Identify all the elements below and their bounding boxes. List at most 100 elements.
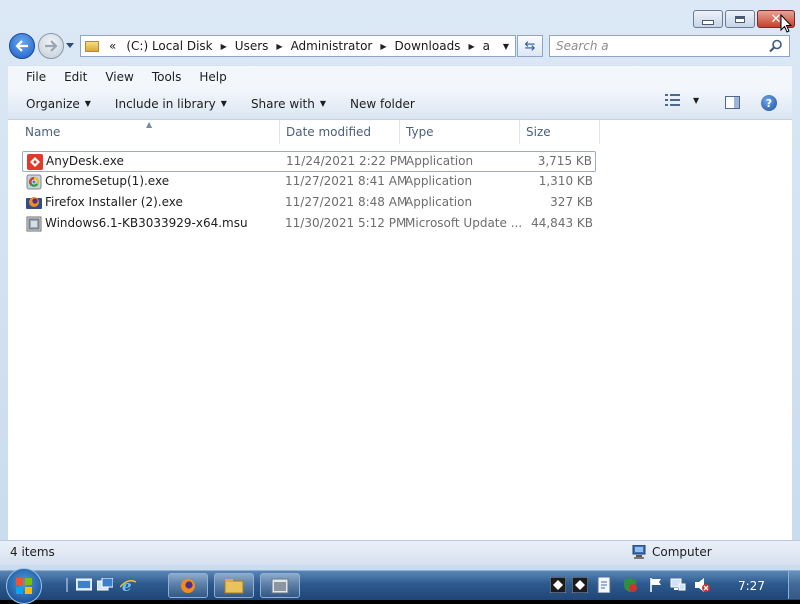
maximize-icon [735,15,745,23]
column-divider[interactable] [599,120,600,144]
address-overflow-button[interactable]: « [104,39,121,53]
file-name[interactable]: Windows6.1-KB3033929-x64.msu [45,216,248,230]
chevron-down-icon [66,43,74,48]
taskbar-windows-explorer[interactable] [214,573,254,598]
breadcrumb-local-disk[interactable]: (C:) Local Disk [121,39,217,53]
file-name[interactable]: Firefox Installer (2).exe [45,195,183,209]
breadcrumb-a[interactable]: a [478,39,495,53]
network-icon[interactable] [670,577,686,593]
status-bar: 4 items Computer [0,540,800,565]
folder-icon [224,578,244,593]
preview-pane-button[interactable] [725,96,740,109]
share-with-label: Share with [250,96,315,111]
change-view-button[interactable]: ▼ [665,94,699,106]
anydesk-tray-icon[interactable] [572,577,588,593]
minimize-button[interactable] [693,10,723,28]
file-date: 11/27/2021 8:41 AM [285,174,408,188]
switch-windows-icon[interactable] [97,578,113,592]
organize-label: Organize [26,96,80,111]
firefox-icon [181,578,195,593]
breadcrumb-downloads[interactable]: Downloads [390,39,466,53]
file-name[interactable]: ChromeSetup(1).exe [45,174,169,188]
computer-icon [632,545,646,559]
windows-logo-icon [16,578,32,594]
address-bar[interactable]: « (C:) Local Disk ▶ Users ▶ Administrato… [80,35,516,57]
menu-tools[interactable]: Tools [143,70,191,84]
refresh-icon: ⇆ [524,38,536,54]
volume-muted-icon[interactable] [694,577,710,593]
chevron-down-icon: ▼ [84,99,91,108]
view-details-icon [665,94,680,106]
start-button[interactable] [6,568,42,604]
address-history-dropdown-icon[interactable]: ▼ [503,42,509,51]
minimize-icon [702,19,714,25]
security-shield-icon[interactable] [622,577,638,593]
msu-package-icon [26,216,42,232]
file-type: Application [405,195,473,209]
menu-edit[interactable]: Edit [55,70,96,84]
menu-view[interactable]: View [96,70,142,84]
breadcrumb-separator-icon[interactable]: ▶ [465,42,477,51]
file-row[interactable]: ChromeSetup(1).exe 11/27/2021 8:41 AM Ap… [22,172,596,193]
chevron-down-icon[interactable]: ▼ [693,96,699,105]
share-with-button[interactable]: Share with ▼ [239,97,338,111]
refresh-button[interactable]: ⇆ [517,35,543,57]
breadcrumb-separator-icon[interactable]: ▶ [273,42,285,51]
file-row[interactable]: Firefox Installer (2).exe 11/27/2021 8:4… [22,193,596,214]
file-date: 11/27/2021 8:48 AM [285,195,408,209]
search-box[interactable] [549,35,790,57]
breadcrumb-separator-icon[interactable]: ▶ [377,42,389,51]
action-center-flag-icon[interactable] [648,577,664,593]
maximize-button[interactable] [725,10,755,28]
file-size: 44,843 KB [531,216,593,230]
anydesk-tray-icon[interactable] [550,577,566,593]
search-icon[interactable] [769,39,783,53]
back-arrow-icon [15,40,28,52]
show-desktop-quicklaunch-icon[interactable] [76,578,92,592]
help-icon[interactable]: ? [761,95,777,111]
menu-bar: File Edit View Tools Help [8,65,792,88]
file-row[interactable]: Windows6.1-KB3033929-x64.msu 11/30/2021 … [22,214,596,235]
file-list: Name ▲ Date modified Type Size AnyDesk.e… [8,120,792,540]
taskbar-firefox[interactable] [168,573,208,598]
forward-button[interactable] [38,33,64,59]
organize-button[interactable]: Organize ▼ [8,97,103,111]
document-tray-icon[interactable] [596,577,612,593]
include-in-library-label: Include in library [114,96,216,111]
folder-icon [85,40,99,52]
file-date: 11/30/2021 5:12 PM [285,216,407,230]
new-folder-button[interactable]: New folder [338,97,427,111]
back-button[interactable] [9,33,35,59]
breadcrumb-separator-icon[interactable]: ▶ [218,42,230,51]
breadcrumb-users[interactable]: Users [230,39,274,53]
chevron-down-icon: ▼ [220,99,227,108]
search-input[interactable] [556,38,756,54]
forward-arrow-icon [45,40,58,52]
file-size: 327 KB [550,195,593,209]
internet-explorer-icon[interactable]: e [120,578,136,592]
explorer-window: ✕ « (C:) Local Disk ▶ Users ▶ Administra… [0,0,800,570]
clock[interactable]: 7:27 [738,579,765,593]
application-window-icon [271,578,289,593]
menu-file[interactable]: File [8,70,55,84]
column-header-date-modified[interactable]: Date modified [281,120,399,144]
column-divider[interactable] [519,120,520,144]
taskbar: e 7:27 [0,568,800,604]
column-divider[interactable] [279,120,280,144]
taskbar-app[interactable] [260,573,300,598]
file-name[interactable]: AnyDesk.exe [46,154,124,168]
recent-pages-dropdown[interactable] [65,40,75,52]
mouse-cursor-icon [780,14,792,33]
anydesk-icon [27,154,43,170]
file-size: 1,310 KB [538,174,593,188]
column-header-type[interactable]: Type [401,120,519,144]
breadcrumb-administrator[interactable]: Administrator [286,39,378,53]
file-type: Application [405,174,473,188]
quicklaunch-grip-icon [66,578,68,592]
include-in-library-button[interactable]: Include in library ▼ [103,97,239,111]
file-row[interactable]: AnyDesk.exe 11/24/2021 2:22 PM Applicati… [22,151,596,172]
show-desktop-button[interactable] [788,571,800,599]
column-header-size[interactable]: Size [521,120,599,144]
column-divider[interactable] [399,120,400,144]
menu-help[interactable]: Help [190,70,235,84]
